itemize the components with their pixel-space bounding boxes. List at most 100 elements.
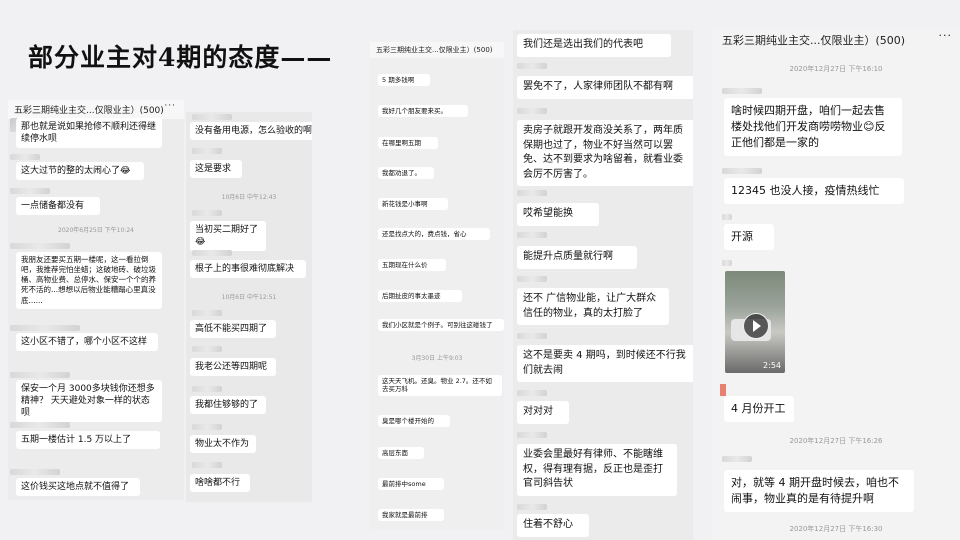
redacted-name: [722, 88, 762, 94]
redacted-name: [192, 310, 222, 316]
redacted-name: [517, 390, 547, 396]
message-bubble: 卖房子就跟开发商没关系了，两年质保期也过了，物业不好当然可以罢免、达不到要求为啥…: [517, 120, 693, 186]
more-icon[interactable]: ···: [164, 101, 176, 111]
message-bubble: 我朋友还要买五期一楼呢，这一看拉倒吧，我推荐完怕坐蜡；这破地砖、破垃圾桶、高物业…: [16, 252, 162, 309]
redacted-name: [517, 432, 547, 438]
chat-title: 五彩三期纯业主交...仅限业主）(500): [722, 34, 906, 47]
message-bubble: 那也就是说如果抢修不顺利还得继续停水呗: [16, 118, 162, 149]
message-bubble: 这不是要卖 4 期吗，到时候还不行我们就去闹: [517, 345, 693, 382]
message-bubble: 最前排中some: [378, 478, 444, 491]
message-bubble: 这天天飞机。还臭。物业 2.7。还不如去买万科: [378, 375, 502, 396]
message-bubble: 对，就等 4 期开盘时候去，咱也不闹事，物业真的是有待提升啊: [724, 470, 914, 512]
message-bubble: 4 月份开工: [724, 396, 794, 422]
message-bubble: 啥啥都不行: [190, 474, 250, 493]
redacted-name: [10, 372, 70, 378]
message-bubble: 我好几个朋友要来买。: [378, 105, 468, 118]
video-duration: 2:54: [763, 361, 781, 370]
redacted-name: [517, 276, 547, 282]
message-bubble: 新花钱是小事啊: [378, 198, 448, 211]
message-bubble: 这小区不错了，哪个小区不这样: [16, 333, 158, 352]
message-bubble: 五期现在什么价: [378, 259, 446, 272]
chat-screenshot-3: 五彩三期纯业主交...仅限业主）(500) 5 期多钱啊 我好几个朋友要来买。 …: [370, 42, 504, 530]
message-bubble: 我都住够够的了: [190, 396, 266, 415]
message-timestamp: 2020年12月27日 下午16:26: [789, 437, 883, 445]
play-icon[interactable]: [743, 313, 769, 339]
redacted-avatar: [720, 384, 726, 396]
message-bubble: 这大过节的整的太闹心了😂: [16, 162, 144, 181]
message-bubble: 我老公还等四期呢: [190, 358, 276, 377]
redacted-name: [192, 250, 232, 256]
message-bubble: 这是要求: [190, 160, 242, 179]
message-bubble: 能提升点质量就行啊: [517, 246, 637, 269]
message-timestamp: 10月6日 中午12:43: [221, 194, 277, 201]
redacted-name: [517, 190, 547, 196]
redacted-name: [192, 462, 222, 468]
redacted-name: [192, 114, 232, 120]
message-bubble: 还不 广信物业能，让广大群众信任的物业，真的太打脸了: [517, 288, 669, 325]
redacted-name: [517, 504, 547, 510]
redacted-name: [517, 333, 547, 339]
message-timestamp: 2020年12月27日 下午16:10: [789, 65, 883, 73]
redacted-name: [517, 108, 547, 114]
message-bubble: 我都劝退了。: [378, 167, 434, 180]
chat-screenshot-1: 五彩三期纯业主交...仅限业主）(500) ··· 那也就是说如果抢修不顺利还得…: [8, 100, 184, 500]
message-bubble: 哎希望能换: [517, 203, 599, 226]
message-timestamp: 3月30日 上午9:03: [411, 355, 463, 362]
message-bubble: 罢免不了，人家律师团队不都有啊: [517, 76, 693, 99]
redacted-name: [10, 325, 80, 331]
message-bubble: 5 期多钱啊: [378, 74, 430, 87]
redacted-name: [10, 422, 70, 428]
message-bubble: 高低不能买四期了: [190, 320, 276, 339]
chat-screenshot-2: 没有备用电源，怎么验收的啊 这是要求 10月6日 中午12:43 当初买二期好了…: [186, 112, 312, 502]
redacted-name: [517, 63, 547, 69]
chat-screenshot-5: 五彩三期纯业主交...仅限业主）(500) ··· 2020年12月27日 下午…: [712, 28, 960, 540]
video-thumbnail[interactable]: 2:54: [725, 271, 785, 373]
message-bubble: 臭是哪个楼开始的: [378, 415, 450, 428]
message-bubble: 这价钱买这地点就不值得了: [16, 478, 140, 497]
slide-title: 部分业主对4期的态度——: [28, 43, 333, 72]
redacted-name: [10, 243, 70, 249]
chat-header: 五彩三期纯业主交...仅限业主）(500) ···: [8, 100, 184, 119]
redacted-name: [192, 386, 222, 392]
message-bubble: 开源: [724, 224, 774, 250]
redacted-name: [192, 424, 222, 430]
redacted-name: [10, 469, 60, 475]
message-bubble: 一点储备都没有: [16, 197, 100, 216]
chat-header: 五彩三期纯业主交...仅限业主）(500): [370, 42, 504, 58]
chat-title: 五彩三期纯业主交...仅限业主）(500): [14, 106, 164, 116]
message-bubble: 高层东面: [378, 447, 424, 460]
message-bubble: 啥时候四期开盘，咱们一起去售楼处找他们开发商唠唠物业😊反正他们都是一家的: [724, 98, 902, 156]
redacted-name: [722, 168, 762, 174]
message-bubble: 在哪里啊五期: [378, 137, 438, 150]
message-bubble: 我们还是选出我们的代表吧: [517, 34, 671, 57]
redacted-name: [192, 210, 222, 216]
message-bubble: 根子上的事很难彻底解决: [190, 260, 306, 279]
message-timestamp: 2020年12月27日 下午16:30: [789, 525, 883, 533]
redacted-name: [192, 148, 222, 154]
message-bubble: 后期扯皮的事太墨迹: [378, 290, 462, 303]
message-bubble: 住着不舒心: [517, 514, 589, 537]
message-bubble: 没有备用电源，怎么验收的啊: [190, 122, 312, 141]
message-timestamp: 2020年6月25日 下午10:24: [58, 227, 134, 234]
message-bubble: 对对对: [517, 401, 569, 424]
redacted-name: [517, 232, 547, 238]
chat-screenshot-4: 我们还是选出我们的代表吧 罢免不了，人家律师团队不都有啊 卖房子就跟开发商没关系…: [513, 30, 693, 540]
message-bubble: 我家就是最前排: [378, 509, 444, 522]
redacted-name: [192, 346, 222, 352]
message-bubble: 业委会里最好有律师、不能瞎维权，得有理有据，反正也是歪打官司斜告状: [517, 444, 677, 496]
message-bubble: 我们小区就是个例子。可别往这碰钱了: [378, 319, 504, 332]
redacted-name: [10, 154, 40, 160]
redacted-name: [722, 214, 732, 220]
chat-title: 五彩三期纯业主交...仅限业主）(500): [376, 46, 493, 54]
message-bubble: 五期一楼估计 1.5 万以上了: [16, 431, 160, 450]
message-bubble: 还是找点大的，费点钱，省心: [378, 228, 490, 241]
chat-header: 五彩三期纯业主交...仅限业主）(500) ···: [712, 28, 960, 52]
redacted-name: [10, 188, 50, 194]
redacted-name: [722, 260, 732, 266]
redacted-name: [722, 456, 752, 462]
more-icon[interactable]: ···: [939, 29, 953, 42]
message-bubble: 保安一个月 3000多块钱你还想多精神？ 天天避处对象一样的状态呗: [16, 380, 162, 423]
message-timestamp: 10月6日 中午12:51: [221, 294, 277, 301]
message-bubble: 12345 也没人接，疫情热线忙: [724, 178, 904, 204]
message-bubble: 当初买二期好了😂: [190, 221, 266, 252]
